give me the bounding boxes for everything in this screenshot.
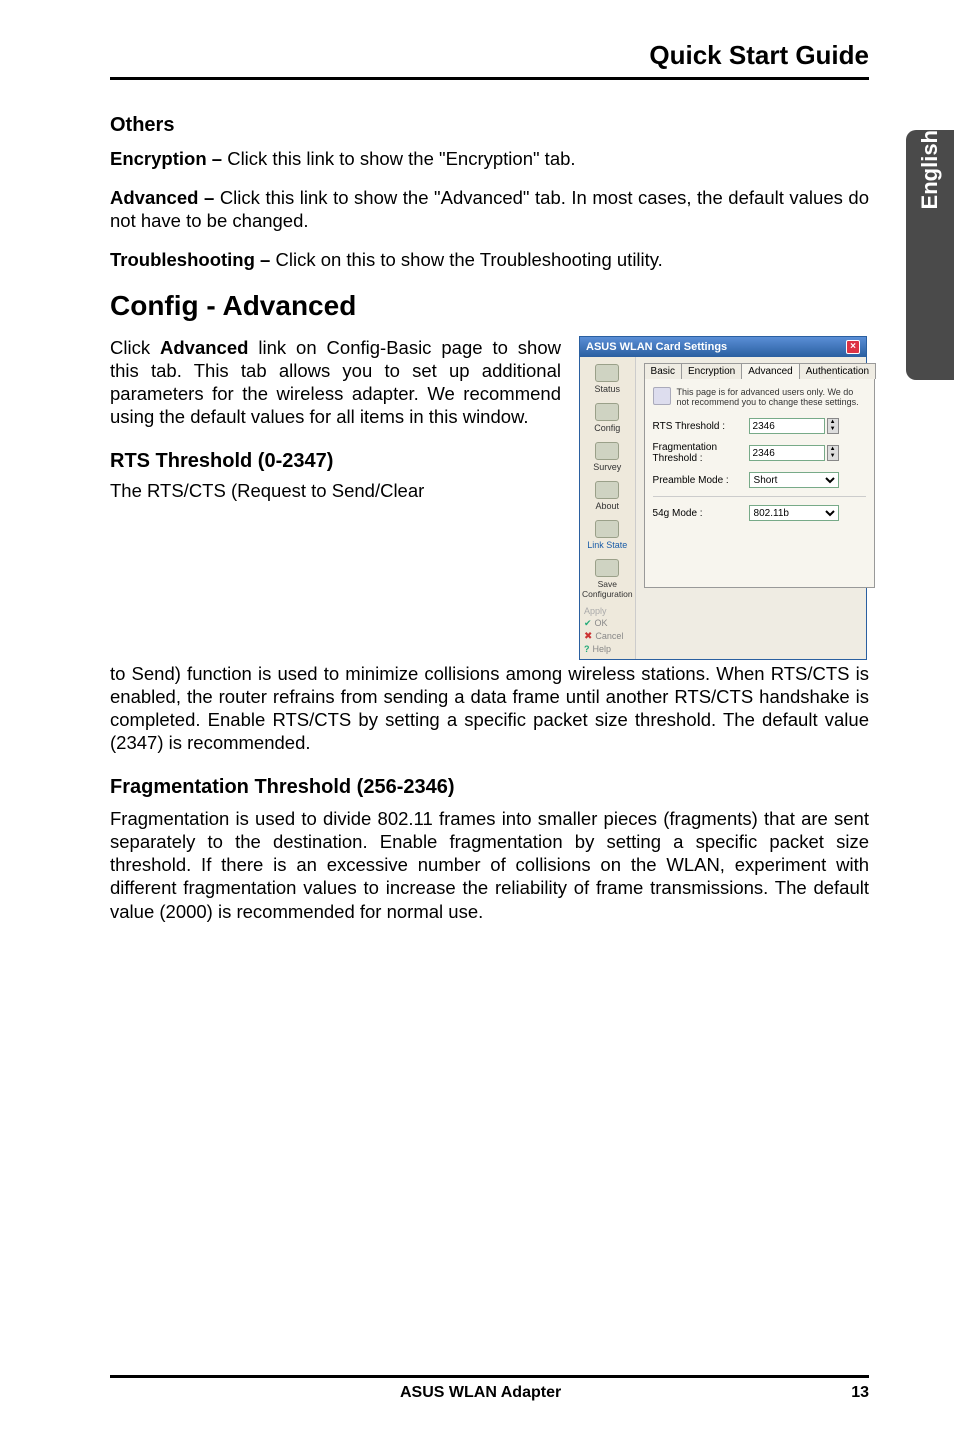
help-button[interactable]: Help	[580, 643, 635, 655]
page-number: 13	[851, 1384, 869, 1402]
tab-advanced[interactable]: Advanced	[741, 363, 799, 379]
frag-stepper[interactable]: ▲▼	[827, 445, 839, 461]
others-heading: Others	[110, 114, 869, 137]
mode-field-label: 54g Mode :	[653, 508, 749, 519]
linkstate-icon	[595, 520, 619, 538]
dialog-titlebar: ASUS WLAN Card Settings ×	[580, 337, 866, 357]
dialog-main: Basic Encryption Advanced Authentication…	[636, 357, 884, 659]
frag-heading: Fragmentation Threshold (256-2346)	[110, 776, 869, 799]
apply-label: Apply	[584, 606, 607, 616]
sidebar-label-linkstate: Link State	[587, 540, 627, 550]
status-icon	[595, 364, 619, 382]
troubleshooting-paragraph: Troubleshooting – Click on this to show …	[110, 248, 869, 271]
config-intro: Click Advanced link on Config-Basic page…	[110, 336, 561, 429]
rts-body: to Send) function is used to minimize co…	[110, 662, 869, 755]
rts-field-label: RTS Threshold :	[653, 421, 749, 432]
row-rts: RTS Threshold : ▲▼	[653, 418, 867, 434]
tab-basic[interactable]: Basic	[644, 363, 682, 379]
troubleshooting-text: Click on this to show the Troubleshootin…	[275, 249, 662, 270]
row-frag: Fragmentation Threshold : ▲▼	[653, 442, 867, 464]
advanced-text: Click this link to show the "Advanced" t…	[110, 187, 869, 231]
config-advanced-heading: Config - Advanced	[110, 290, 869, 322]
sidebar-label-config: Config	[594, 423, 620, 433]
row-preamble: Preamble Mode : Short	[653, 472, 867, 488]
header-bar: Quick Start Guide	[110, 40, 869, 80]
language-side-tab: English	[906, 130, 954, 380]
dialog-sidebar: Status Config Survey About Link State Sa…	[580, 357, 636, 659]
sidebar-label-status: Status	[595, 384, 621, 394]
cancel-label: Cancel	[595, 631, 623, 641]
hint-text: This page is for advanced users only. We…	[677, 387, 867, 409]
tab-pane-advanced: This page is for advanced users only. We…	[644, 378, 876, 588]
sidebar-item-status[interactable]: Status	[580, 361, 635, 400]
page-header-title: Quick Start Guide	[110, 40, 869, 71]
sidebar-item-linkstate[interactable]: Link State	[580, 517, 635, 556]
encryption-paragraph: Encryption – Click this link to show the…	[110, 147, 869, 170]
frag-field[interactable]	[749, 445, 825, 461]
advanced-paragraph: Advanced – Click this link to show the "…	[110, 186, 869, 232]
tab-encryption[interactable]: Encryption	[681, 363, 742, 379]
preamble-field-label: Preamble Mode :	[653, 475, 749, 486]
dialog-tabs: Basic Encryption Advanced Authentication	[644, 363, 876, 379]
survey-icon	[595, 442, 619, 460]
sidebar-item-about[interactable]: About	[580, 478, 635, 517]
rts-lead-line: The RTS/CTS (Request to Send/Clear	[110, 479, 561, 502]
section-divider	[653, 496, 867, 497]
asus-wlan-settings-dialog: ASUS WLAN Card Settings × Status Config …	[579, 336, 867, 660]
frag-field-label: Fragmentation Threshold :	[653, 442, 749, 464]
cancel-button[interactable]: Cancel	[580, 630, 635, 643]
page-footer: ASUS WLAN Adapter 13	[0, 1375, 954, 1402]
language-label: English	[917, 130, 943, 227]
advanced-label: Advanced –	[110, 187, 220, 208]
sidebar-item-config[interactable]: Config	[580, 400, 635, 439]
encryption-text: Click this link to show the "Encryption"…	[227, 148, 575, 169]
close-icon[interactable]: ×	[846, 340, 860, 354]
info-icon	[653, 387, 671, 405]
frag-body: Fragmentation is used to divide 802.11 f…	[110, 807, 869, 923]
sidebar-label-survey: Survey	[593, 462, 621, 472]
footer-title: ASUS WLAN Adapter	[400, 1384, 561, 1402]
tab-authentication[interactable]: Authentication	[799, 363, 876, 379]
sidebar-label-save: Save Configuration	[582, 579, 633, 599]
troubleshooting-label: Troubleshooting –	[110, 249, 275, 270]
save-icon	[595, 559, 619, 577]
config-intro-b: Advanced	[160, 337, 248, 358]
config-intro-a: Click	[110, 337, 160, 358]
dialog-title-text: ASUS WLAN Card Settings	[586, 341, 727, 353]
rts-stepper[interactable]: ▲▼	[827, 418, 839, 434]
sidebar-label-about: About	[596, 501, 620, 511]
config-icon	[595, 403, 619, 421]
ok-button[interactable]: OK	[580, 617, 635, 630]
encryption-label: Encryption –	[110, 148, 227, 169]
apply-button[interactable]: Apply	[580, 605, 635, 617]
help-label: Help	[593, 644, 612, 654]
rts-field[interactable]	[749, 418, 825, 434]
rts-threshold-heading: RTS Threshold (0-2347)	[110, 450, 561, 473]
ok-label: OK	[595, 618, 608, 628]
about-icon	[595, 481, 619, 499]
row-mode: 54g Mode : 802.11b	[653, 505, 867, 521]
sidebar-item-survey[interactable]: Survey	[580, 439, 635, 478]
sidebar-item-save[interactable]: Save Configuration	[580, 556, 635, 605]
hint-row: This page is for advanced users only. We…	[653, 387, 867, 409]
preamble-select[interactable]: Short	[749, 472, 839, 488]
mode-select[interactable]: 802.11b	[749, 505, 839, 521]
